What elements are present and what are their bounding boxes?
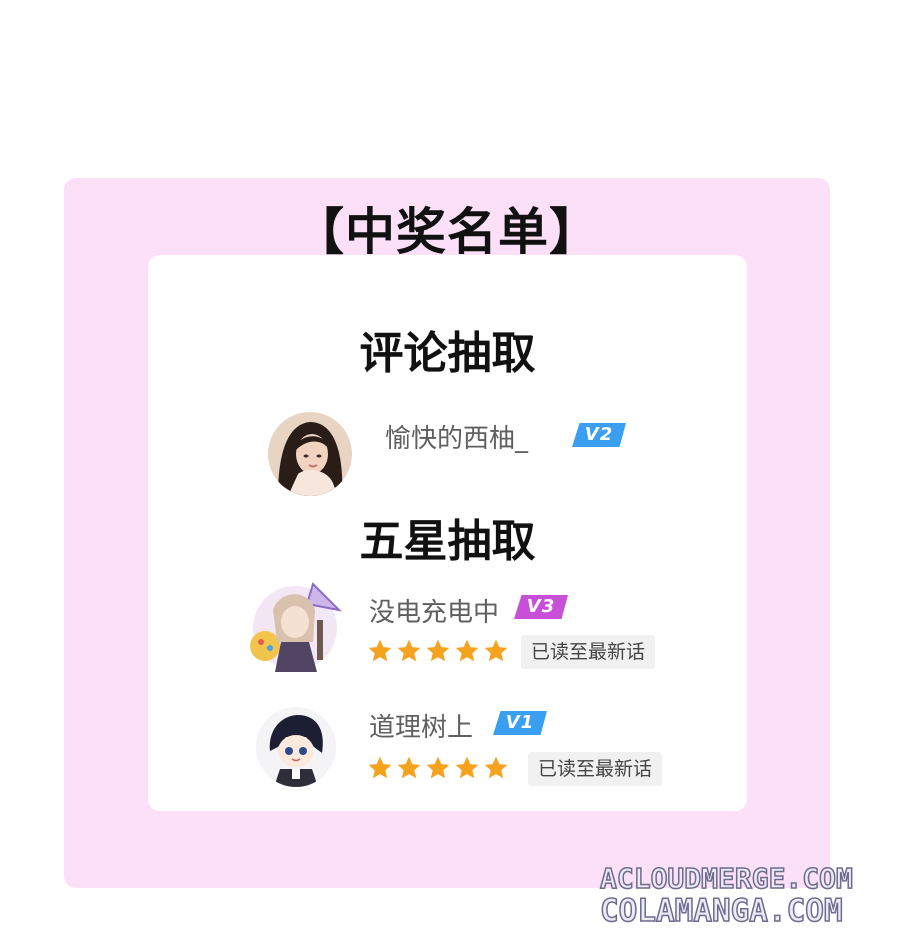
star-icon xyxy=(484,639,508,662)
level-badge: V2 xyxy=(572,423,626,447)
star-icon xyxy=(426,639,450,662)
comment-draw-heading: 评论抽取 xyxy=(359,328,536,379)
star-icon xyxy=(368,639,392,662)
page-title: 【中奖名单】 xyxy=(294,203,600,261)
anime-avatar-icon xyxy=(243,580,348,675)
read-status-tag: 已读至最新话 xyxy=(528,752,663,786)
winner-card: 评论抽取 愉快的西柚_ V2 五星抽取 没电充电中 V3 已读至最新话 道理树上… xyxy=(148,255,747,811)
level-badge: V3 xyxy=(514,595,568,619)
photo-avatar-icon xyxy=(268,412,352,496)
winner-list-panel: 【中奖名单】 评论抽取 愉快的西柚_ V2 五星抽取 没电充电中 V3 已读至最… xyxy=(64,178,830,888)
winner-username: 道理树上 xyxy=(369,713,474,743)
watermark-text: ACLOUDMERGE.COM xyxy=(599,861,853,896)
star-icon xyxy=(397,756,421,779)
star-icon xyxy=(455,756,479,779)
watermark-text: COLAMANGA.COM xyxy=(599,892,843,930)
star-rating xyxy=(367,638,509,666)
winner-username: 没电充电中 xyxy=(369,598,500,628)
chibi-avatar-icon xyxy=(256,707,336,787)
star-icon xyxy=(426,756,450,779)
star-icon xyxy=(455,639,479,662)
winner-username: 愉快的西柚_ xyxy=(385,424,529,454)
level-badge: V1 xyxy=(493,711,547,735)
star-icon xyxy=(397,639,421,662)
star-icon xyxy=(368,756,392,779)
star-draw-heading: 五星抽取 xyxy=(359,516,536,567)
read-status-tag: 已读至最新话 xyxy=(521,635,656,669)
star-rating xyxy=(367,755,509,783)
star-icon xyxy=(484,756,508,779)
